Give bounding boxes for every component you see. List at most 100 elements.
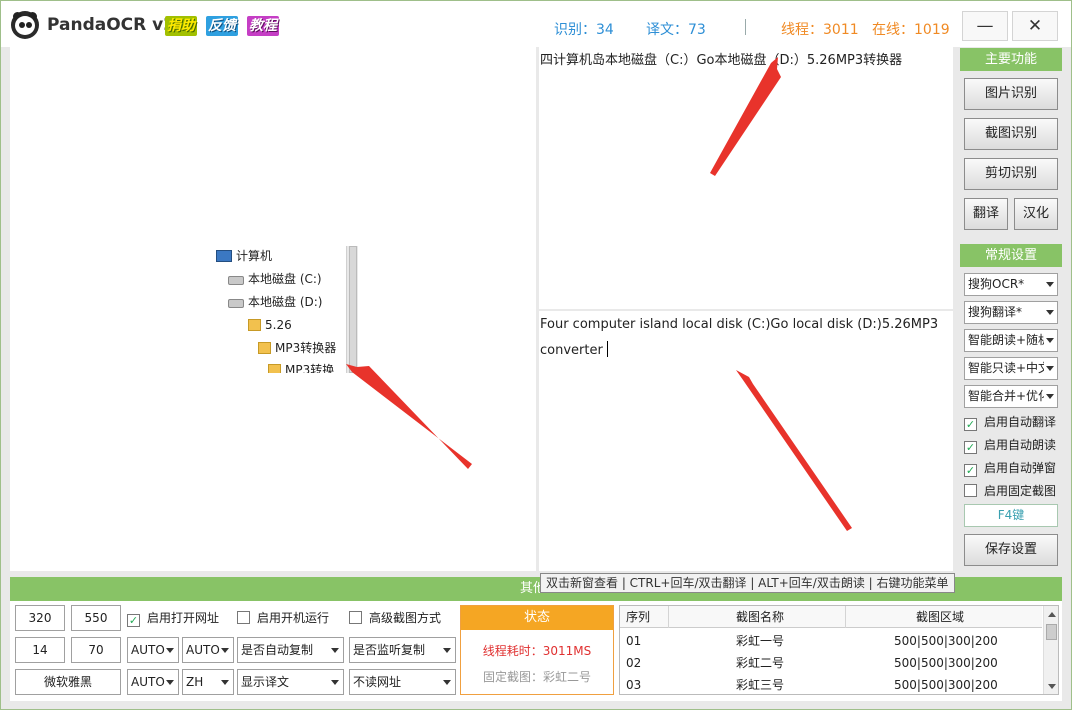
target-lang-select[interactable]: AUTO: [182, 637, 234, 663]
auto-translate-checkbox[interactable]: ✓ 启用自动翻译: [964, 413, 1056, 431]
screenshot-preview-pane[interactable]: 计算机 本地磁盘 (C:) 本地磁盘 (D:) 5.26 MP3转换器 MP3转…: [10, 47, 536, 571]
disk-icon: [228, 276, 244, 285]
checkbox-checked-icon: ✓: [127, 614, 140, 627]
tree-item-disk-d: 本地磁盘 (D:): [228, 292, 322, 312]
ocr-engine-select[interactable]: 搜狗OCR*: [964, 273, 1058, 296]
column-header-index[interactable]: 序列: [626, 606, 650, 628]
chevron-down-icon: [166, 648, 174, 653]
chevron-down-icon: [331, 648, 339, 653]
chevron-down-icon: [331, 680, 339, 685]
app-window: PandaOCR v2.5 捐助 反馈 教程 识别：34 译文：73 线程：30…: [0, 0, 1072, 710]
panda-logo-icon: [11, 11, 39, 39]
recognized-count: 识别：34: [554, 22, 614, 38]
folder-icon: [268, 364, 281, 373]
chevron-down-icon: [1046, 338, 1054, 343]
auto-popup-checkbox[interactable]: ✓ 启用自动弹窗: [964, 459, 1056, 477]
table-row[interactable]: 02 彩虹二号 500|500|300|200: [620, 652, 1042, 674]
checkbox-unchecked-icon: [964, 484, 977, 497]
height-field[interactable]: 550: [71, 605, 121, 631]
translate-button[interactable]: 翻译: [964, 198, 1008, 230]
feedback-link[interactable]: 反馈: [206, 16, 238, 36]
checkbox-unchecked-icon: [349, 611, 362, 624]
chevron-down-icon: [221, 648, 229, 653]
translate-lang-select[interactable]: ZH: [182, 669, 234, 695]
read-lang-select[interactable]: AUTO: [127, 669, 179, 695]
column-header-region[interactable]: 截图区域: [916, 606, 964, 628]
stats-divider: [745, 19, 746, 35]
column-header-name[interactable]: 截图名称: [736, 606, 784, 628]
ocr-result-text[interactable]: 四计算机岛本地磁盘（C:）Go本地磁盘（D:）5.26MP3转换器: [540, 48, 940, 74]
tutorial-link[interactable]: 教程: [247, 16, 279, 36]
chevron-down-icon: [1046, 366, 1054, 371]
thread-time-status: 线程耗时：3011MS: [482, 644, 592, 658]
number-field-1[interactable]: 14: [15, 637, 65, 663]
read-mode-select[interactable]: 智能朗读+随机: [964, 329, 1058, 352]
disk-icon: [228, 299, 244, 308]
status-header: 状态: [461, 606, 613, 630]
clipboard-ocr-button[interactable]: 剪切识别: [964, 158, 1058, 190]
merge-mode-select[interactable]: 智能合并+优化: [964, 385, 1058, 408]
localize-button[interactable]: 汉化: [1014, 198, 1058, 230]
source-lang-select[interactable]: AUTO: [127, 637, 179, 663]
table-row[interactable]: 01 彩虹一号 500|500|300|200: [620, 630, 1042, 652]
checkbox-checked-icon: ✓: [964, 464, 977, 477]
chevron-down-icon: [1046, 282, 1054, 287]
tree-item-computer: 计算机: [216, 246, 272, 266]
no-read-url-select[interactable]: 不读网址: [349, 669, 456, 695]
screenshot-thumbnail: 计算机 本地磁盘 (C:) 本地磁盘 (D:) 5.26 MP3转换器 MP3转…: [188, 246, 358, 373]
tree-item-mp3-converter: MP3转换器: [258, 338, 336, 358]
checkbox-checked-icon: ✓: [964, 418, 977, 431]
main-functions-header: 主要功能: [960, 48, 1062, 71]
screenshot-region-table[interactable]: 序列 截图名称 截图区域 01 彩虹一号 500|500|300|200 02 …: [619, 605, 1059, 695]
donate-link[interactable]: 捐助: [165, 16, 197, 36]
online-count: 在线：1019: [872, 22, 950, 38]
monitor-copy-select[interactable]: 是否监听复制: [349, 637, 456, 663]
hotkey-field[interactable]: F4键: [964, 504, 1058, 527]
thumbnail-scrollbar: [346, 246, 358, 373]
checkbox-unchecked-icon: [237, 611, 250, 624]
computer-icon: [216, 250, 232, 262]
number-field-2[interactable]: 70: [71, 637, 121, 663]
translated-count: 译文：73: [646, 22, 706, 38]
table-scrollbar[interactable]: [1043, 606, 1058, 694]
tree-item-mp3-sub: MP3转换: [268, 360, 334, 373]
fixed-screenshot-checkbox[interactable]: 启用固定截图: [964, 482, 1056, 500]
width-field[interactable]: 320: [15, 605, 65, 631]
tree-item-folder-526: 5.26: [248, 315, 292, 335]
table-row[interactable]: 03 彩虹三号 500|500|300|200: [620, 674, 1042, 694]
read-only-select[interactable]: 智能只读+中文: [964, 357, 1058, 380]
close-button[interactable]: ✕: [1012, 11, 1058, 41]
chevron-down-icon: [166, 680, 174, 685]
translation-pane[interactable]: Four computer island local disk (C:)Go l…: [539, 311, 953, 571]
font-field[interactable]: 微软雅黑: [15, 669, 121, 695]
auto-copy-select[interactable]: 是否自动复制: [237, 637, 344, 663]
minimize-button[interactable]: —: [962, 11, 1008, 41]
open-url-checkbox[interactable]: ✓ 启用打开网址: [127, 609, 219, 627]
chevron-down-icon: [443, 680, 451, 685]
scroll-down-icon[interactable]: [1048, 684, 1056, 689]
scroll-thumb[interactable]: [1046, 624, 1057, 640]
thread-time: 线程：3011: [781, 22, 859, 38]
image-ocr-button[interactable]: 图片识别: [964, 78, 1058, 110]
chevron-down-icon: [1046, 394, 1054, 399]
translation-text[interactable]: Four computer island local disk (C:)Go l…: [540, 312, 940, 364]
translate-engine-select[interactable]: 搜狗翻译*: [964, 301, 1058, 324]
save-settings-button[interactable]: 保存设置: [964, 534, 1058, 566]
chevron-down-icon: [1046, 310, 1054, 315]
status-box: 状态 线程耗时：3011MS 固定截图：彩虹二号: [460, 605, 614, 695]
table-header: 序列 截图名称 截图区域: [620, 606, 1042, 628]
help-tooltip: 双击新窗查看 | CTRL+回车/双击翻译 | ALT+回车/双击朗读 | 右键…: [540, 573, 955, 593]
advanced-screenshot-checkbox[interactable]: 高级截图方式: [349, 609, 441, 627]
ocr-result-pane[interactable]: 四计算机岛本地磁盘（C:）Go本地磁盘（D:）5.26MP3转换器: [539, 47, 953, 309]
startup-run-checkbox[interactable]: 启用开机运行: [237, 609, 329, 627]
tree-item-disk-c: 本地磁盘 (C:): [228, 269, 322, 289]
title-bar: PandaOCR v2.5 捐助 反馈 教程 识别：34 译文：73 线程：30…: [1, 1, 1071, 47]
folder-icon: [248, 319, 261, 331]
scroll-up-icon[interactable]: [1048, 612, 1056, 617]
fixed-screenshot-status: 固定截图：彩虹二号: [482, 670, 591, 684]
text-caret: [606, 341, 608, 357]
auto-read-checkbox[interactable]: ✓ 启用自动朗读: [964, 436, 1056, 454]
show-translation-select[interactable]: 显示译文: [237, 669, 344, 695]
chevron-down-icon: [221, 680, 229, 685]
screenshot-ocr-button[interactable]: 截图识别: [964, 118, 1058, 150]
